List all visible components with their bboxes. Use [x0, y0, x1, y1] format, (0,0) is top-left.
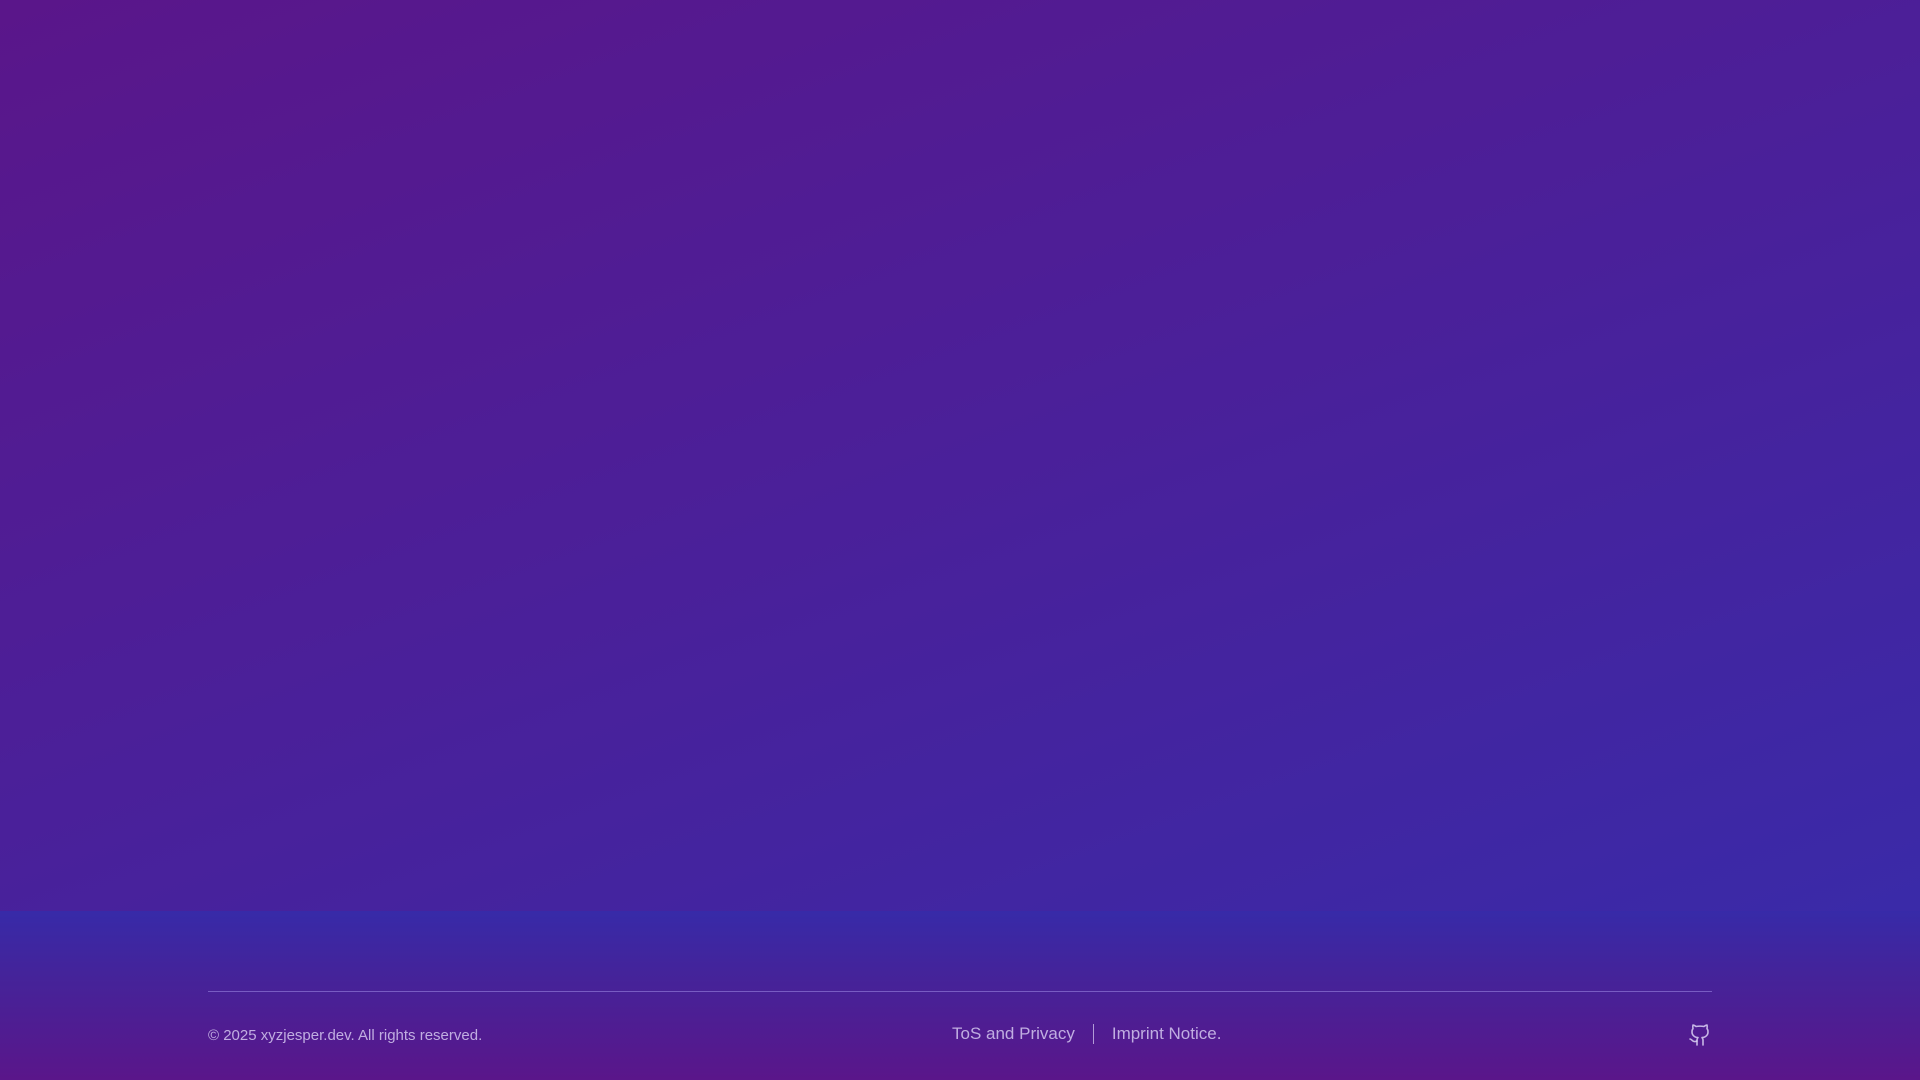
main-content-area	[0, 0, 1920, 911]
footer-divider	[208, 991, 1712, 992]
tos-privacy-link[interactable]: ToS and Privacy	[952, 1024, 1075, 1044]
github-link[interactable]	[1688, 1023, 1712, 1047]
link-separator	[1092, 1024, 1094, 1044]
imprint-link[interactable]: Imprint Notice.	[1112, 1024, 1222, 1044]
copyright-text: © 2025 xyzjesper.dev. All rights reserve…	[208, 1027, 483, 1044]
github-icon	[1689, 1024, 1709, 1046]
footer: © 2025 xyzjesper.dev. All rights reserve…	[0, 911, 1920, 1080]
footer-links: ToS and Privacy Imprint Notice.	[952, 1024, 1221, 1044]
